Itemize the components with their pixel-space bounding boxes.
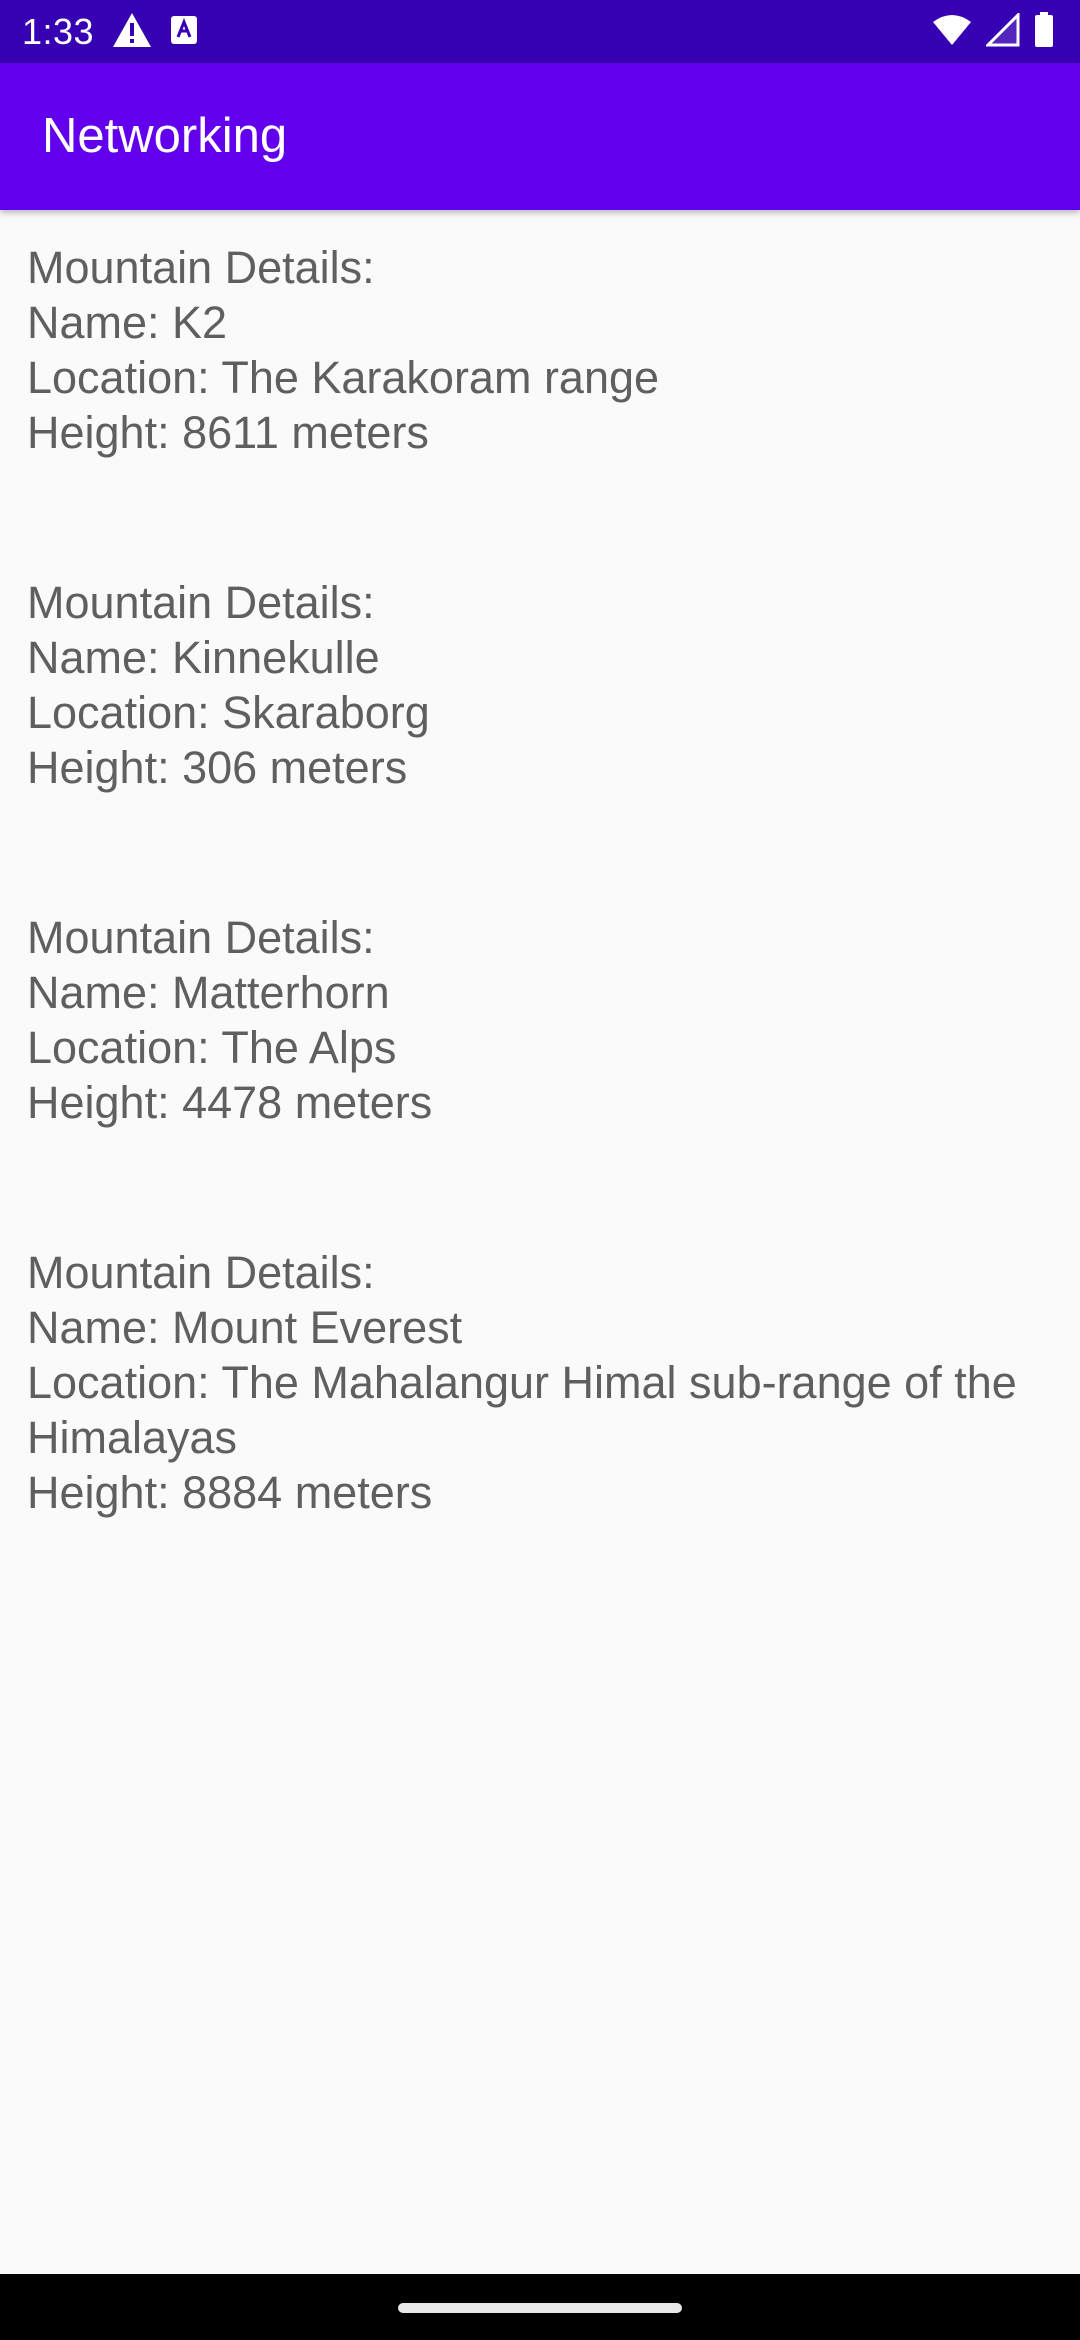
mountain-name: Name: Mount Everest <box>27 1302 463 1353</box>
warning-icon <box>112 12 152 53</box>
battery-icon <box>1034 11 1054 53</box>
mountain-header: Mountain Details: <box>27 242 375 293</box>
status-bar: 1:33 <box>0 0 1080 63</box>
home-gesture-handle[interactable] <box>398 2303 682 2313</box>
list-item[interactable]: Mountain Details: Name: Matterhorn Locat… <box>0 880 1080 1215</box>
list-item[interactable]: Mountain Details: Name: K2 Location: The… <box>0 210 1080 545</box>
mountain-location: Location: Skaraborg <box>27 687 430 738</box>
status-notification-icons <box>112 10 198 54</box>
list-item[interactable]: Mountain Details: Name: Kinnekulle Locat… <box>0 545 1080 880</box>
keyboard-a-icon <box>170 15 198 50</box>
app-bar: Networking <box>0 63 1080 210</box>
mountain-location: Location: The Mahalangur Himal sub-range… <box>27 1357 1017 1463</box>
mountain-location: Location: The Karakoram range <box>27 352 660 403</box>
mountain-height: Height: 306 meters <box>27 742 408 793</box>
mountain-name: Name: Matterhorn <box>27 967 390 1018</box>
mountain-name: Name: K2 <box>27 297 228 348</box>
status-time: 1:33 <box>22 11 95 52</box>
mountain-height: Height: 4478 meters <box>27 1077 433 1128</box>
cell-signal-icon <box>984 10 1020 52</box>
mountain-location: Location: The Alps <box>27 1022 397 1073</box>
mountain-height: Height: 8611 meters <box>27 407 429 458</box>
mountain-name: Name: Kinnekulle <box>27 632 380 683</box>
app-title: Networking <box>42 109 288 163</box>
status-system-icons <box>932 10 1054 54</box>
mountain-header: Mountain Details: <box>27 577 375 628</box>
wifi-icon <box>932 14 972 51</box>
mountain-height: Height: 8884 meters <box>27 1467 433 1518</box>
mountain-header: Mountain Details: <box>27 1247 375 1298</box>
list-item[interactable]: Mountain Details: Name: Mount Everest Lo… <box>0 1215 1080 1615</box>
mountain-header: Mountain Details: <box>27 912 375 963</box>
mountain-list[interactable]: Mountain Details: Name: K2 Location: The… <box>0 210 1080 2274</box>
navigation-bar <box>0 2274 1080 2340</box>
